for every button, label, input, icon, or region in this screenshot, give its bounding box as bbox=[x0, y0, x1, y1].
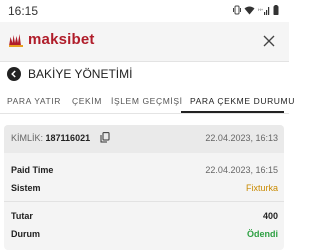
brand-name: maksibet bbox=[28, 31, 95, 48]
amount-value: 400 bbox=[262, 211, 278, 221]
page-header: BAKİYE YÖNETİMİ bbox=[0, 62, 289, 88]
paid-time-value: 22.04.2023, 16:15 bbox=[205, 165, 278, 175]
svg-text:H+: H+ bbox=[258, 7, 264, 12]
wifi-icon bbox=[244, 6, 255, 14]
system-value: Fixturka bbox=[245, 183, 278, 193]
paid-time-label: Paid Time bbox=[11, 165, 54, 175]
card-divider bbox=[4, 201, 284, 202]
copy-icon[interactable] bbox=[100, 132, 110, 143]
tab-withdraw[interactable]: ÇEKİM bbox=[72, 96, 102, 106]
transaction-card-header: KİMLİK: 187116021 22.04.2023, 16:13 bbox=[4, 125, 284, 153]
status-label: Durum bbox=[11, 229, 40, 239]
transaction-card: KİMLİK: 187116021 22.04.2023, 16:13 Paid… bbox=[4, 125, 284, 250]
tab-withdrawal-status[interactable]: PARA ÇEKME DURUMU bbox=[190, 96, 295, 106]
status-icons: H+ bbox=[233, 5, 279, 15]
amount-label: Tutar bbox=[11, 211, 33, 221]
active-tab-indicator bbox=[181, 111, 284, 113]
transaction-id: KİMLİK: 187116021 bbox=[11, 133, 90, 143]
status-bar: 16:15 H+ bbox=[0, 0, 289, 22]
chevron-left-icon bbox=[11, 70, 16, 78]
signal-icon: H+ bbox=[258, 6, 270, 15]
maksibet-logo-icon bbox=[9, 33, 23, 47]
status-value: Ödendi bbox=[247, 229, 278, 239]
back-button[interactable] bbox=[7, 67, 21, 81]
page-title: BAKİYE YÖNETİMİ bbox=[28, 67, 133, 81]
battery-icon bbox=[273, 5, 279, 15]
status-time: 16:15 bbox=[8, 4, 39, 18]
transaction-id-label: KİMLİK: bbox=[11, 133, 44, 143]
transaction-id-value: 187116021 bbox=[45, 133, 91, 143]
logo[interactable]: maksibet bbox=[8, 31, 95, 48]
transaction-created-date: 22.04.2023, 16:13 bbox=[205, 133, 278, 143]
vibrate-icon bbox=[233, 5, 241, 15]
system-label: Sistem bbox=[11, 183, 41, 193]
close-button[interactable] bbox=[259, 31, 279, 51]
tab-deposit[interactable]: PARA YATIR bbox=[7, 96, 61, 106]
app-header: maksibet bbox=[0, 22, 289, 62]
close-icon bbox=[263, 35, 275, 47]
tab-transaction-history[interactable]: İŞLEM GEÇMİŞİ bbox=[111, 96, 183, 106]
tab-bar: PARA YATIR ÇEKİM İŞLEM GEÇMİŞİ PARA ÇEKM… bbox=[0, 92, 294, 114]
